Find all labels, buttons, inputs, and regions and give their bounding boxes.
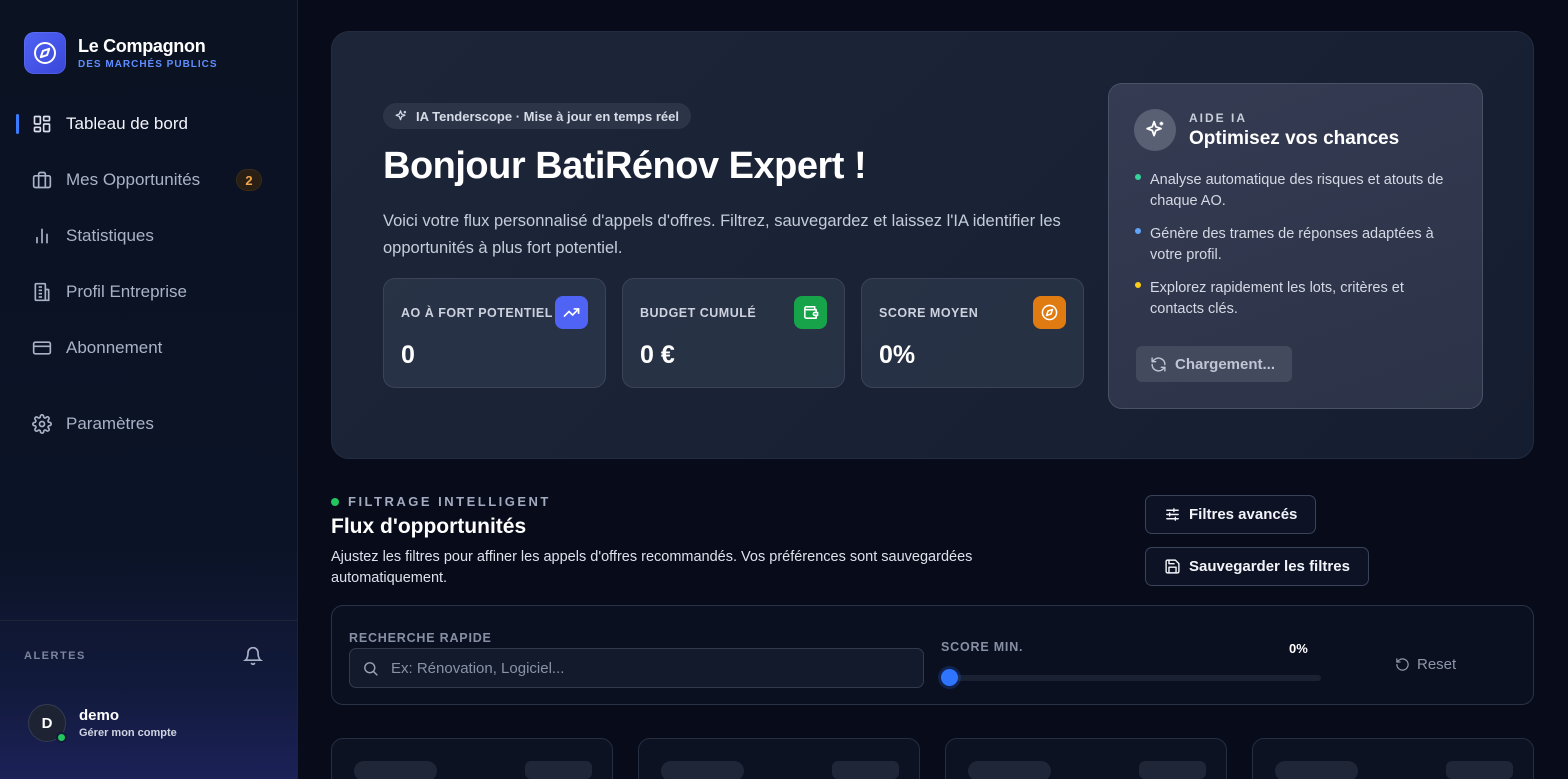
sidebar-divider	[0, 620, 297, 621]
search-icon	[364, 661, 378, 676]
refresh-icon	[1151, 356, 1166, 372]
sliders-icon	[1166, 508, 1179, 521]
avatar-initial: D	[41, 714, 53, 732]
compass-logo-icon	[24, 32, 66, 74]
save-icon	[1165, 559, 1180, 574]
hero-panel: IA Tenderscope · Mise à jour en temps ré…	[331, 31, 1534, 459]
list-item: Génère des trames de réponses adaptées à…	[1135, 224, 1460, 266]
ai-benefits-list: Analyse automatique des risques et atout…	[1135, 170, 1460, 332]
alerts-label: ALERTES	[24, 650, 86, 662]
online-status-dot	[56, 732, 67, 743]
kpi-card-high-potential: AO À FORT POTENTIEL 0	[383, 278, 606, 388]
list-item: Analyse automatique des risques et atout…	[1135, 170, 1460, 212]
sidebar-item-label: Mes Opportunités	[66, 170, 201, 189]
pill-text: IA Tenderscope · Mise à jour en temps ré…	[416, 108, 679, 124]
kpi-card-budget: BUDGET CUMULÉ 0 €	[622, 278, 845, 388]
section-description: Ajustez les filtres pour affiner les app…	[331, 549, 973, 586]
manage-account-link[interactable]: Gérer mon compte	[79, 727, 177, 739]
user-account[interactable]: D demo Gérer mon compte	[28, 704, 177, 743]
page-title: Bonjour BatiRénov Expert !	[383, 145, 867, 187]
wallet-icon	[794, 296, 827, 329]
sidebar-item-subscription[interactable]: Abonnement	[16, 328, 282, 368]
kpi-label: AO À FORT POTENTIEL	[401, 306, 553, 320]
compass-icon	[1033, 296, 1066, 329]
search-field[interactable]	[349, 648, 924, 688]
list-item: Explorez rapidement les lots, critères e…	[1135, 278, 1460, 320]
sidebar-item-label: Paramètres	[66, 414, 154, 433]
kpi-label: SCORE MOYEN	[879, 306, 979, 320]
gear-icon	[32, 414, 52, 434]
credit-card-icon	[32, 338, 52, 358]
sidebar-item-dashboard[interactable]: Tableau de bord	[16, 104, 282, 144]
bell-icon[interactable]	[242, 646, 264, 666]
dashboard-icon	[32, 114, 52, 134]
sidebar-item-opportunities[interactable]: Mes Opportunités 2	[16, 160, 282, 200]
briefcase-icon	[32, 170, 52, 190]
sparkles-icon	[395, 109, 407, 120]
brand[interactable]: Le Compagnon DES MARCHÉS PUBLICS	[24, 32, 218, 74]
ai-title: Optimisez vos chances	[1189, 128, 1400, 149]
ai-help-card: AIDE IA Optimisez vos chances Analyse au…	[1108, 83, 1483, 409]
avatar: D	[28, 704, 67, 743]
loading-card-skeleton	[945, 738, 1227, 779]
brand-subtitle: DES MARCHÉS PUBLICS	[78, 59, 218, 70]
trending-up-icon	[555, 296, 588, 329]
status-dot	[331, 497, 339, 506]
sidebar-item-statistics[interactable]: Statistiques	[16, 216, 282, 256]
sidebar-item-company-profile[interactable]: Profil Entreprise	[16, 272, 282, 312]
search-label: RECHERCHE RAPIDE	[349, 631, 492, 645]
kpi-value: 0 €	[640, 341, 675, 369]
sidebar: Le Compagnon DES MARCHÉS PUBLICS Tableau…	[0, 0, 298, 779]
brand-title: Le Compagnon	[78, 36, 206, 56]
section-title: Flux d'opportunités	[331, 515, 527, 538]
search-input[interactable]	[391, 659, 911, 677]
building-icon	[32, 282, 52, 302]
score-slider-track[interactable]	[949, 675, 1321, 681]
hero-description: Voici votre flux personnalisé d'appels d…	[383, 212, 1061, 257]
reset-button[interactable]: Reset	[1395, 656, 1456, 673]
sidebar-item-label: Tableau de bord	[66, 114, 188, 133]
sidebar-item-label: Statistiques	[66, 226, 154, 245]
ai-kicker: AIDE IA	[1189, 111, 1248, 125]
advanced-filters-button[interactable]: Filtres avancés	[1145, 495, 1317, 534]
loading-button[interactable]: Chargement...	[1136, 346, 1292, 382]
kpi-value: 0%	[879, 341, 916, 369]
filter-bar: RECHERCHE RAPIDE SCORE MIN. 0% Reset	[331, 605, 1534, 705]
kpi-card-average-score: SCORE MOYEN 0%	[861, 278, 1084, 388]
sidebar-item-label: Abonnement	[66, 338, 163, 357]
live-update-pill: IA Tenderscope · Mise à jour en temps ré…	[383, 103, 691, 129]
score-min-label: SCORE MIN.	[941, 640, 1024, 654]
sidebar-item-settings[interactable]: Paramètres	[16, 404, 282, 444]
count-badge: 2	[236, 169, 262, 191]
loading-card-skeleton	[638, 738, 920, 779]
bar-chart-icon	[32, 226, 52, 246]
kpi-value: 0	[401, 341, 415, 369]
score-min-value: 0%	[1289, 641, 1308, 656]
score-slider-handle[interactable]	[941, 669, 958, 686]
reset-icon	[1396, 658, 1409, 671]
user-name: demo	[79, 707, 120, 724]
loading-card-skeleton	[1252, 738, 1534, 779]
save-filters-button[interactable]: Sauvegarder les filtres	[1145, 547, 1369, 586]
sparkles-icon	[1134, 109, 1176, 151]
section-kicker: FILTRAGE INTELLIGENT	[331, 494, 551, 509]
sidebar-item-label: Profil Entreprise	[66, 282, 187, 301]
kpi-label: BUDGET CUMULÉ	[640, 306, 757, 320]
loading-card-skeleton	[331, 738, 613, 779]
